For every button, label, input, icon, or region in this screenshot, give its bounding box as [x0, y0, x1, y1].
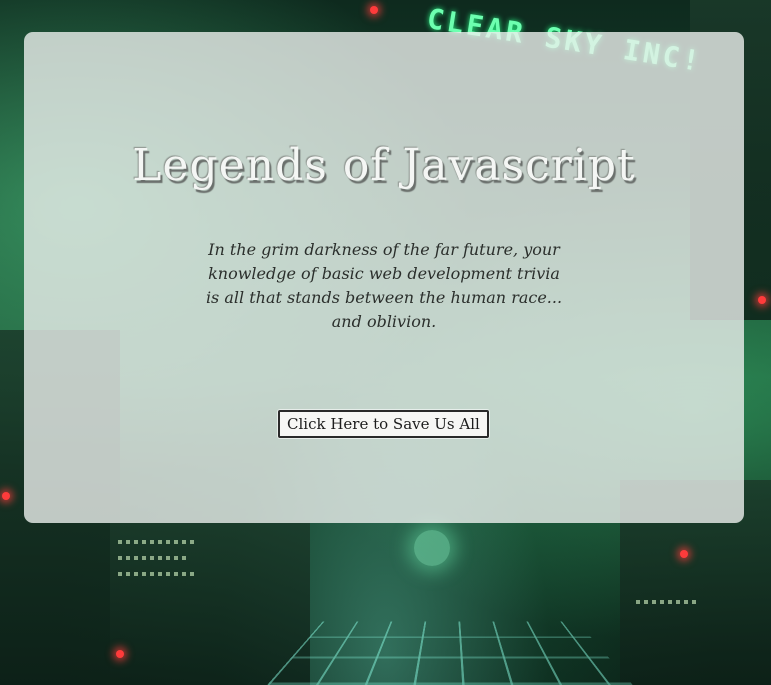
intro-panel: Legends of Javascript In the grim darkne… — [24, 32, 744, 523]
background-windows — [118, 540, 198, 544]
background-windows — [636, 600, 696, 604]
background-red-light — [370, 6, 378, 14]
background-red-light — [758, 296, 766, 304]
intro-text: In the grim darkness of the far future, … — [205, 240, 563, 331]
background-windows — [118, 572, 198, 576]
background-red-light — [2, 492, 10, 500]
background-neon-grid — [267, 621, 633, 685]
background-windows — [118, 556, 188, 560]
background-building — [110, 520, 310, 685]
start-game-button[interactable]: Click Here to Save Us All — [278, 410, 489, 438]
background-red-light — [680, 550, 688, 558]
background-orb — [414, 530, 450, 566]
background-red-light — [116, 650, 124, 658]
page-title: Legends of Javascript — [132, 140, 636, 191]
